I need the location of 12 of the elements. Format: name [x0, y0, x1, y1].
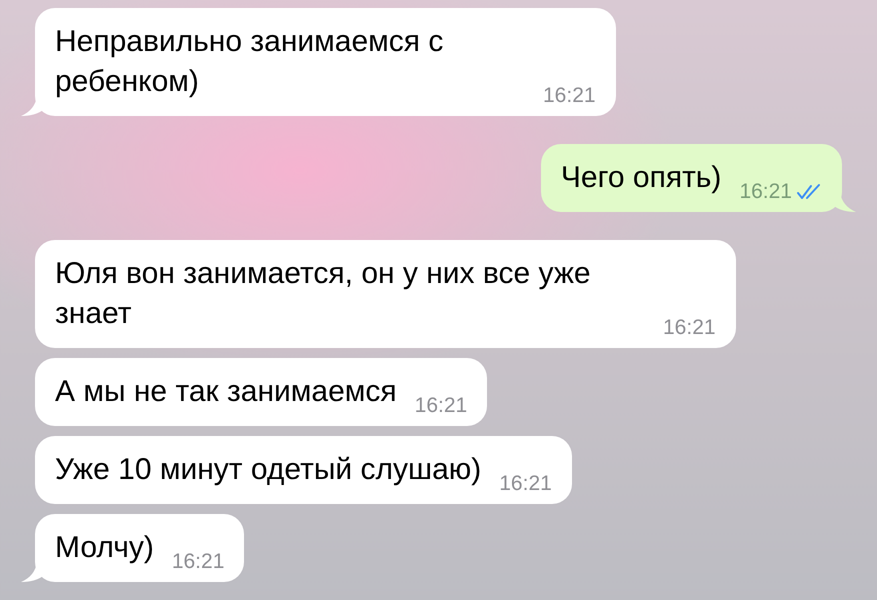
message-time: 16:21 — [172, 550, 224, 574]
message-time: 16:21 — [499, 472, 552, 496]
message-text: Чего опять) — [560, 160, 722, 196]
message-time: 16:21 — [739, 180, 792, 204]
message-time: 16:21 — [414, 394, 468, 418]
message-time: 16:21 — [543, 84, 596, 108]
message-text: Молчу) — [55, 530, 154, 566]
message-text: Неправильно занимаемся с ребенком) — [55, 24, 444, 100]
message-text: Юля вон занимается, он у них все уже знает — [55, 256, 592, 332]
message-text: Уже 10 минут одетый слушаю) — [55, 452, 482, 488]
message-time: 16:21 — [663, 316, 716, 340]
message-text: А мы не так занимаемся — [55, 374, 397, 410]
